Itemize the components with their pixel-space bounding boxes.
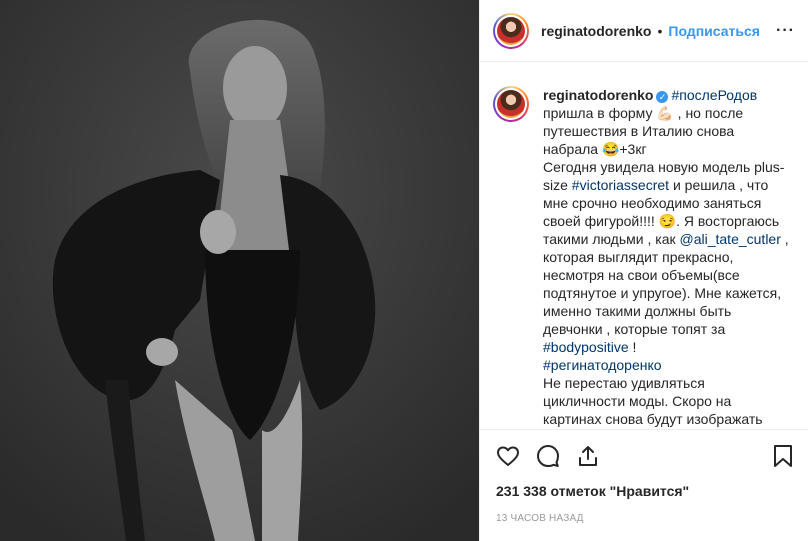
post-caption: reginatodorenko ✓ #послеРодов пришла в фор… — [543, 86, 789, 429]
header-username[interactable]: reginatodorenko — [541, 23, 651, 39]
more-options-icon[interactable]: ··· — [776, 22, 795, 40]
share-icon[interactable] — [576, 444, 600, 468]
caption-username[interactable]: reginatodorenko — [543, 87, 653, 103]
caption-text: пришла в форму 💪🏻 , но после путешествия… — [543, 105, 744, 157]
post-sidebar: reginatodorenko • Подписаться ··· regina… — [479, 0, 809, 541]
comment-icon[interactable] — [536, 444, 560, 468]
instagram-post: reginatodorenko • Подписаться ··· regina… — [0, 0, 810, 541]
caption-text: Не перестаю удивляться цикличности моды.… — [543, 375, 763, 427]
caption-avatar[interactable] — [493, 86, 529, 122]
caption-hashtag[interactable]: #послеРодов — [671, 87, 757, 103]
comments-area[interactable]: reginatodorenko ✓ #послеРодов пришла в фор… — [480, 62, 809, 429]
follow-button[interactable]: Подписаться — [668, 23, 760, 39]
avatar[interactable] — [493, 12, 529, 49]
post-photo-image — [0, 0, 479, 541]
caption-hashtag[interactable]: #регинатодоренко — [543, 357, 662, 373]
post-photo[interactable] — [0, 0, 479, 541]
caption-text: ! — [628, 339, 637, 355]
caption-hashtag[interactable]: @ali_tate_cutler — [680, 231, 781, 247]
likes-count[interactable]: 231 338 отметок "Нравится" — [480, 481, 809, 505]
header-separator: • — [657, 22, 663, 39]
bookmark-icon[interactable] — [771, 444, 795, 468]
heart-icon[interactable] — [496, 444, 520, 468]
action-bar — [480, 429, 809, 481]
post-timestamp[interactable]: 13 ЧАСОВ НАЗАД — [480, 505, 809, 541]
caption-hashtag[interactable]: #bodypositive — [543, 339, 629, 355]
post-header: reginatodorenko • Подписаться ··· — [480, 0, 809, 62]
caption-body: #послеРодов пришла в форму 💪🏻 , но после… — [543, 87, 789, 427]
verified-badge-icon: ✓ — [656, 91, 669, 103]
caption-hashtag[interactable]: #victoriassecret — [572, 177, 669, 193]
